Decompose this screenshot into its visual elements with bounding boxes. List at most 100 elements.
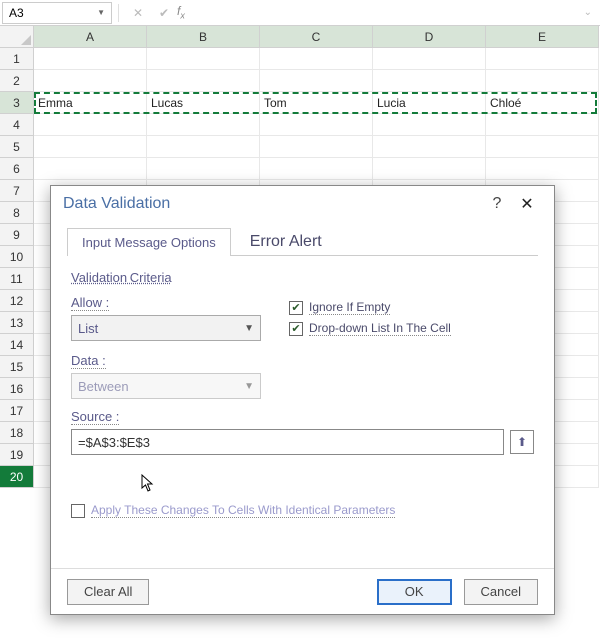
apply-changes-checkbox[interactable]: ✔ <box>71 504 85 518</box>
tab-input-message[interactable]: Input Message Options <box>67 228 231 256</box>
clear-all-button[interactable]: Clear All <box>67 579 149 605</box>
row-header[interactable]: 10 <box>0 246 34 268</box>
cell[interactable] <box>34 70 147 92</box>
cell[interactable] <box>486 114 599 136</box>
row-header[interactable]: 19 <box>0 444 34 466</box>
cell[interactable] <box>260 48 373 70</box>
column-header[interactable]: D <box>373 26 486 48</box>
ok-button[interactable]: OK <box>377 579 452 605</box>
cell[interactable] <box>147 70 260 92</box>
help-icon[interactable]: ? <box>482 195 512 213</box>
select-all-corner[interactable] <box>0 26 34 48</box>
dropdown-in-cell-checkbox[interactable]: ✔ Drop-down List In The Cell <box>289 321 451 336</box>
cell[interactable] <box>260 114 373 136</box>
cell[interactable] <box>373 158 486 180</box>
cell[interactable] <box>486 158 599 180</box>
cell[interactable]: Lucia <box>373 92 486 114</box>
formula-bar: A3 ▼ ✕ ✔ fx ⌄ <box>0 0 600 26</box>
cell[interactable] <box>147 114 260 136</box>
data-label: Data : <box>71 353 131 369</box>
tab-error-alert[interactable]: Error Alert <box>231 228 341 256</box>
source-input[interactable] <box>71 429 504 455</box>
cancel-formula-icon[interactable]: ✕ <box>125 6 151 20</box>
cell[interactable] <box>260 136 373 158</box>
row-header[interactable]: 5 <box>0 136 34 158</box>
expand-handle-icon[interactable]: ⌄ <box>584 7 598 18</box>
ignore-empty-checkbox[interactable]: ✔ Ignore If Empty <box>289 300 451 315</box>
chevron-down-icon: ▼ <box>244 381 254 392</box>
dialog-title: Data Validation <box>63 195 482 213</box>
column-header[interactable]: C <box>260 26 373 48</box>
row-header[interactable]: 6 <box>0 158 34 180</box>
row-header[interactable]: 17 <box>0 400 34 422</box>
apply-changes-label: Apply These Changes To Cells With Identi… <box>91 503 395 518</box>
cell[interactable] <box>147 158 260 180</box>
row-header[interactable]: 4 <box>0 114 34 136</box>
cell[interactable] <box>34 158 147 180</box>
row-header[interactable]: 2 <box>0 70 34 92</box>
column-headers: ABCDE <box>34 26 600 48</box>
cell[interactable] <box>373 136 486 158</box>
cell[interactable] <box>373 114 486 136</box>
row-header[interactable]: 11 <box>0 268 34 290</box>
row-header[interactable]: 15 <box>0 356 34 378</box>
row-header[interactable]: 7 <box>0 180 34 202</box>
dialog-tabs: Input Message Options Error Alert <box>67 228 538 256</box>
row-header[interactable]: 3 <box>0 92 34 114</box>
chevron-down-icon: ▼ <box>244 323 254 334</box>
cell[interactable]: Lucas <box>147 92 260 114</box>
close-icon[interactable]: ✕ <box>512 194 542 214</box>
name-box[interactable]: A3 ▼ <box>2 2 112 24</box>
row-header[interactable]: 12 <box>0 290 34 312</box>
cell[interactable] <box>34 136 147 158</box>
cell[interactable] <box>373 70 486 92</box>
row-header[interactable]: 16 <box>0 378 34 400</box>
cell[interactable]: Tom <box>260 92 373 114</box>
allow-label: Allow : <box>71 295 131 311</box>
cell[interactable]: Chloé <box>486 92 599 114</box>
data-validation-dialog: Data Validation ? ✕ Input Message Option… <box>50 185 555 615</box>
cell[interactable] <box>34 48 147 70</box>
range-picker-icon[interactable]: ⬆ <box>510 430 534 454</box>
cell[interactable] <box>486 136 599 158</box>
dialog-titlebar[interactable]: Data Validation ? ✕ <box>51 186 554 222</box>
check-icon: ✔ <box>289 322 303 336</box>
column-header[interactable]: A <box>34 26 147 48</box>
data-select: Between ▼ <box>71 373 261 399</box>
cell[interactable] <box>260 70 373 92</box>
cell[interactable]: Emma <box>34 92 147 114</box>
ignore-empty-label: Ignore If Empty <box>309 300 390 315</box>
dialog-footer: Clear All OK Cancel <box>51 568 554 614</box>
column-header[interactable]: E <box>486 26 599 48</box>
fx-icon[interactable]: fx <box>177 4 185 20</box>
cell[interactable] <box>34 114 147 136</box>
cell[interactable] <box>147 48 260 70</box>
cell[interactable] <box>260 158 373 180</box>
allow-value: List <box>78 321 98 336</box>
cancel-button[interactable]: Cancel <box>464 579 538 605</box>
cell[interactable] <box>486 48 599 70</box>
cell[interactable] <box>486 70 599 92</box>
name-box-value: A3 <box>9 6 24 20</box>
row-header[interactable]: 14 <box>0 334 34 356</box>
row-header[interactable]: 13 <box>0 312 34 334</box>
source-label: Source : <box>71 409 534 425</box>
row-headers: 1234567891011121314151617181920 <box>0 48 34 488</box>
accept-formula-icon[interactable]: ✔ <box>151 6 177 20</box>
separator <box>118 4 119 22</box>
row-header[interactable]: 1 <box>0 48 34 70</box>
check-icon: ✔ <box>289 301 303 315</box>
column-header[interactable]: B <box>147 26 260 48</box>
allow-select[interactable]: List ▼ <box>71 315 261 341</box>
criteria-heading: Validation Criteria <box>71 270 534 285</box>
chevron-down-icon[interactable]: ▼ <box>97 8 105 17</box>
row-header[interactable]: 9 <box>0 224 34 246</box>
cell[interactable] <box>373 48 486 70</box>
dropdown-in-cell-label: Drop-down List In The Cell <box>309 321 451 336</box>
dialog-body: Validation Criteria Allow : List ▼ ✔ Ign… <box>51 256 554 528</box>
row-header[interactable]: 20 <box>0 466 34 488</box>
data-value: Between <box>78 379 129 394</box>
row-header[interactable]: 18 <box>0 422 34 444</box>
cell[interactable] <box>147 136 260 158</box>
row-header[interactable]: 8 <box>0 202 34 224</box>
